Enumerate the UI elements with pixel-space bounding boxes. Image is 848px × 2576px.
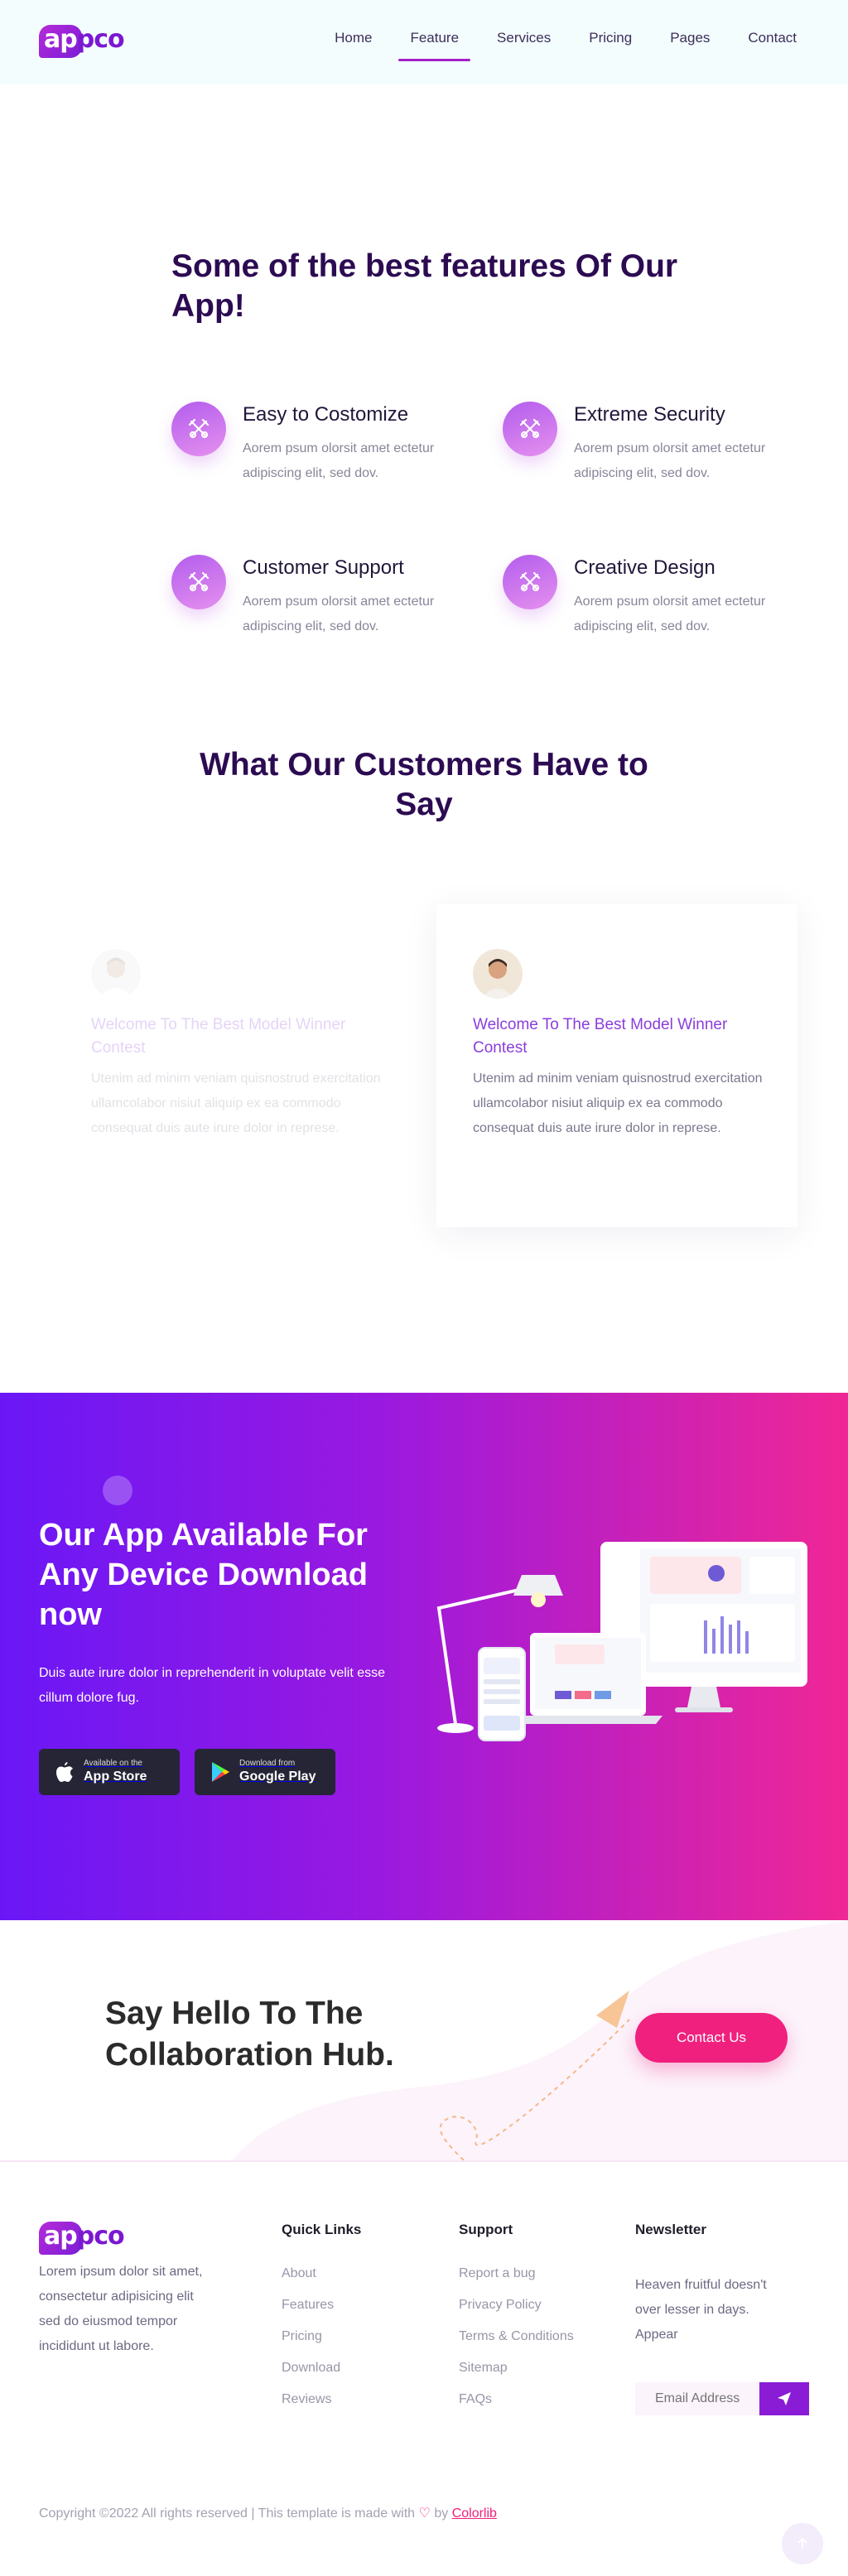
feature-desc: Aorem psum olorsit amet ectetur adipisci… (243, 595, 435, 633)
footer-link-faqs[interactable]: FAQs (459, 2391, 575, 2409)
laptop-illustration (513, 1633, 662, 1724)
feature-item: Extreme Security Aorem psum olorsit amet… (503, 402, 817, 501)
footer-link-reviews[interactable]: Reviews (282, 2391, 340, 2409)
download-title: Our App Available For Any Device Downloa… (39, 1518, 368, 1632)
download-desc: Duis aute irure dolor in reprehenderit i… (39, 1666, 386, 1705)
testimonial-body: Utenim ad minim veniam quisnostrud exerc… (473, 1071, 763, 1135)
feature-title: Creative Design (574, 556, 716, 579)
google-play-small: Download from (239, 1759, 296, 1768)
testimonial-heading: Welcome To The Best Model Winner Contest (91, 1016, 346, 1057)
download-section: Our App Available For Any Device Downloa… (0, 1393, 848, 1920)
colorlib-link[interactable]: Colorlib (452, 2506, 497, 2521)
testimonials-title: What Our Customers Have to Say (200, 747, 648, 822)
logo-text: appco (44, 25, 125, 54)
devices-illustration (436, 1542, 807, 1741)
avatar (91, 949, 141, 999)
testimonial-body: Utenim ad minim veniam quisnostrud exerc… (91, 1071, 381, 1135)
feature-title: Easy to Costomize (243, 403, 409, 426)
footer-link-sitemap[interactable]: Sitemap (459, 2359, 575, 2377)
quick-links-title: Quick Links (282, 2222, 362, 2237)
arrow-up-icon (797, 2537, 807, 2549)
feature-desc: Aorem psum olorsit amet ectetur adipisci… (243, 441, 435, 480)
footer-about-text: Lorem ipsum dolor sit amet, consectetur … (39, 2265, 203, 2353)
site-footer: appco Lorem ipsum dolor sit amet, consec… (0, 2160, 848, 2576)
feature-title: Extreme Security (574, 403, 725, 426)
cta-title: Say Hello To The Collaboration Hub. (105, 1996, 394, 2073)
heart-icon: ♡ (418, 2506, 431, 2521)
scroll-to-top-button[interactable] (782, 2523, 823, 2564)
tools-icon (503, 555, 557, 609)
phone-illustration (478, 1647, 526, 1741)
decorative-circle (103, 1476, 132, 1505)
site-header: appco Home Feature Services Pricing Page… (0, 0, 848, 84)
newsletter-submit-button[interactable] (759, 2382, 809, 2415)
app-store-small: Available on the (84, 1759, 142, 1768)
feature-desc: Aorem psum olorsit amet ectetur adipisci… (574, 595, 766, 633)
contact-cta-section: Say Hello To The Collaboration Hub. Cont… (0, 1920, 848, 2160)
nav-services[interactable]: Services (497, 30, 551, 56)
apple-icon (54, 1761, 75, 1783)
contact-us-button[interactable]: Contact Us (635, 2013, 788, 2063)
nav-feature[interactable]: Feature (398, 30, 470, 61)
testimonial-card: Welcome To The Best Model Winner Contest… (436, 904, 797, 1227)
feature-title: Customer Support (243, 556, 404, 579)
feature-item: Creative Design Aorem psum olorsit amet … (503, 555, 817, 654)
tools-icon (171, 402, 226, 456)
testimonial-heading: Welcome To The Best Model Winner Contest (473, 1016, 728, 1057)
google-play-button[interactable]: Download from Google Play (195, 1749, 335, 1795)
support-title: Support (459, 2222, 513, 2237)
logo[interactable]: appco (39, 25, 125, 58)
page: appco Home Feature Services Pricing Page… (0, 0, 848, 2576)
avatar (473, 949, 523, 999)
footer-link-terms[interactable]: Terms & Conditions (459, 2328, 575, 2346)
nav-pages[interactable]: Pages (670, 30, 710, 56)
support-list: Report a bug Privacy Policy Terms & Cond… (459, 2265, 575, 2422)
nav-home[interactable]: Home (335, 30, 372, 56)
google-play-big: Google Play (239, 1769, 316, 1784)
app-store-button[interactable]: Available on the App Store (39, 1749, 180, 1795)
footer-link-about[interactable]: About (282, 2265, 340, 2283)
quick-links-list: About Features Pricing Download Reviews (282, 2265, 340, 2422)
tools-icon (503, 402, 557, 456)
footer-link-report-bug[interactable]: Report a bug (459, 2265, 575, 2283)
feature-desc: Aorem psum olorsit amet ectetur adipisci… (574, 441, 766, 480)
main-nav: Home Feature Services Pricing Pages Cont… (296, 30, 797, 61)
newsletter-desc: Heaven fruitful doesn't over lesser in d… (635, 2278, 767, 2342)
logo-text: appco (44, 2222, 125, 2251)
feature-item: Customer Support Aorem psum olorsit amet… (171, 555, 486, 654)
send-icon (778, 2392, 791, 2405)
nav-contact[interactable]: Contact (748, 30, 797, 56)
app-store-big: App Store (84, 1769, 147, 1784)
tools-icon (171, 555, 226, 609)
copyright-text: Copyright ©2022 All rights reserved | Th… (39, 2506, 497, 2521)
features-title: Some of the best features Of Our App! (171, 248, 678, 324)
newsletter-title: Newsletter (635, 2222, 706, 2237)
newsletter-email-input[interactable] (635, 2382, 759, 2415)
footer-link-pricing[interactable]: Pricing (282, 2328, 340, 2346)
footer-link-features[interactable]: Features (282, 2296, 340, 2314)
footer-logo[interactable]: appco (39, 2222, 125, 2255)
footer-link-download[interactable]: Download (282, 2359, 340, 2377)
google-play-icon (210, 1761, 231, 1783)
feature-item: Easy to Costomize Aorem psum olorsit ame… (171, 402, 486, 501)
footer-link-privacy[interactable]: Privacy Policy (459, 2296, 575, 2314)
testimonial-card: Welcome To The Best Model Winner Contest… (55, 904, 416, 1227)
nav-pricing[interactable]: Pricing (589, 30, 632, 56)
